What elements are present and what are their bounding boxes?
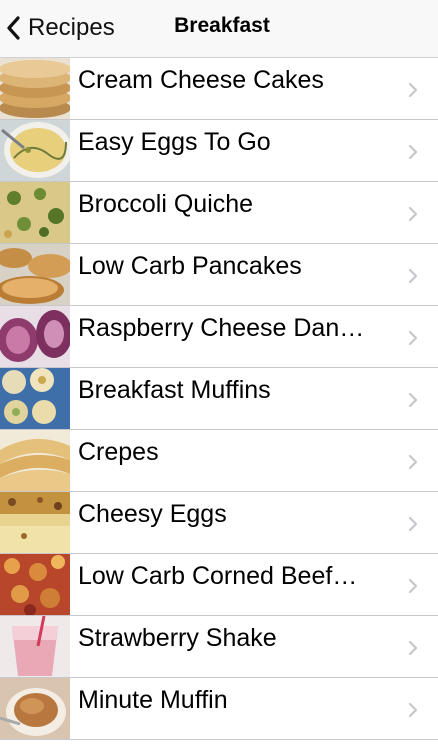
recipe-thumbnail xyxy=(0,58,70,119)
recipe-thumbnail xyxy=(0,120,70,181)
list-item[interactable]: Cheesy Eggs xyxy=(0,492,438,554)
recipe-title: Broccoli Quiche xyxy=(78,190,254,218)
page-title: Breakfast xyxy=(174,14,270,37)
recipe-thumbnail xyxy=(0,554,70,615)
chevron-right-icon xyxy=(408,206,418,222)
recipe-thumbnail xyxy=(0,492,70,553)
recipe-thumbnail xyxy=(0,306,70,367)
recipe-title: Breakfast Muffins xyxy=(78,376,271,404)
recipe-thumbnail xyxy=(0,430,70,491)
list-item[interactable]: Crepes xyxy=(0,430,438,492)
list-item[interactable]: Cream Cheese Cakes xyxy=(0,58,438,120)
chevron-right-icon xyxy=(408,392,418,408)
recipe-title: Crepes xyxy=(78,438,159,466)
recipe-title: Cheesy Eggs xyxy=(78,500,227,528)
chevron-right-icon xyxy=(408,516,418,532)
list-item[interactable]: Low Carb Pancakes xyxy=(0,244,438,306)
recipe-title: Cream Cheese Cakes xyxy=(78,66,324,94)
recipe-title: Strawberry Shake xyxy=(78,624,277,652)
recipe-thumbnail xyxy=(0,368,70,429)
recipe-title: Low Carb Corned Beef… xyxy=(78,562,358,590)
recipe-thumbnail xyxy=(0,678,70,739)
recipe-thumbnail xyxy=(0,616,70,677)
recipe-thumbnail xyxy=(0,182,70,243)
chevron-right-icon xyxy=(408,578,418,594)
list-item[interactable]: Easy Eggs To Go xyxy=(0,120,438,182)
chevron-right-icon xyxy=(408,640,418,656)
list-item[interactable]: Broccoli Quiche xyxy=(0,182,438,244)
list-item[interactable]: Low Carb Corned Beef… xyxy=(0,554,438,616)
recipe-title: Raspberry Cheese Dan… xyxy=(78,314,365,342)
list-item[interactable]: Raspberry Cheese Dan… xyxy=(0,306,438,368)
chevron-right-icon xyxy=(408,454,418,470)
recipe-title: Minute Muffin xyxy=(78,686,228,714)
chevron-right-icon xyxy=(408,144,418,160)
chevron-right-icon xyxy=(408,330,418,346)
chevron-right-icon xyxy=(408,268,418,284)
chevron-right-icon xyxy=(408,702,418,718)
recipe-title: Low Carb Pancakes xyxy=(78,252,302,280)
recipe-thumbnail xyxy=(0,244,70,305)
recipe-list: Cream Cheese Cakes Easy Eggs To Go Brocc… xyxy=(0,58,438,740)
list-item[interactable]: Breakfast Muffins xyxy=(0,368,438,430)
chevron-right-icon xyxy=(408,82,418,98)
navigation-bar: Recipes Breakfast xyxy=(0,0,438,58)
list-item[interactable]: Strawberry Shake xyxy=(0,616,438,678)
recipe-title: Easy Eggs To Go xyxy=(78,128,271,156)
list-item[interactable]: Minute Muffin xyxy=(0,678,438,740)
